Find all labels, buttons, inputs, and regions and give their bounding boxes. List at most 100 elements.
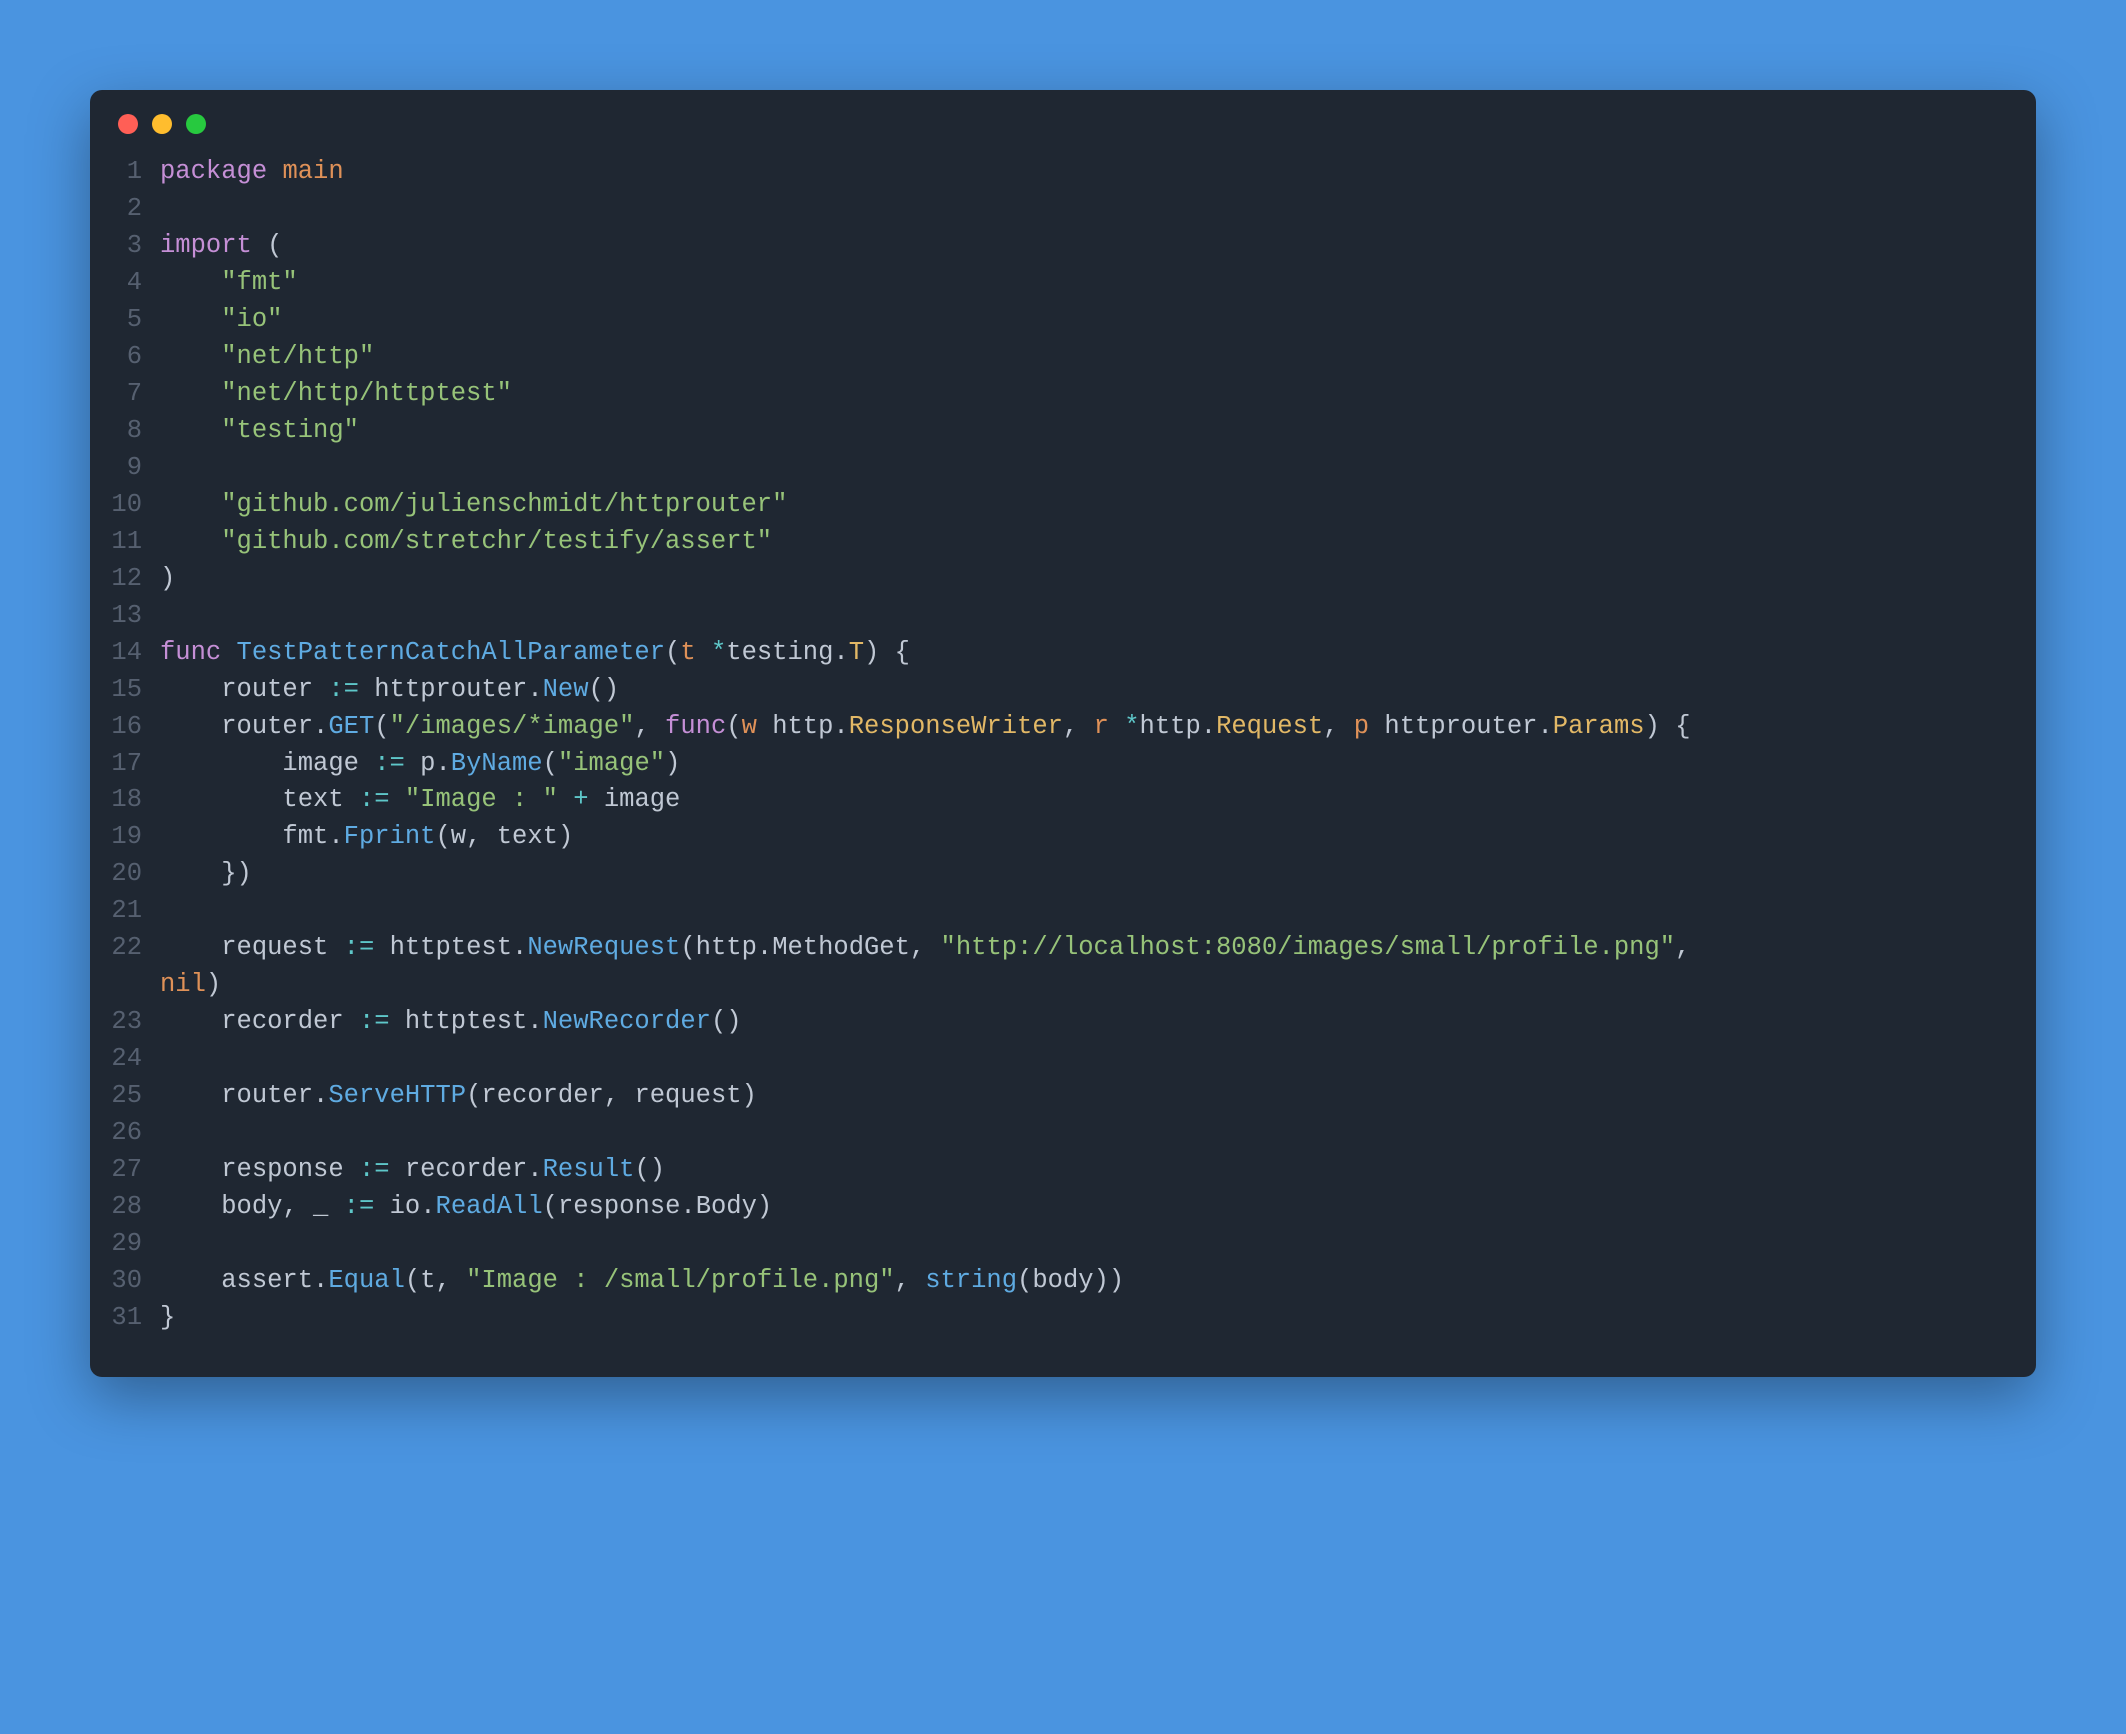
code-line: 27 response := recorder.Result() <box>108 1152 2008 1189</box>
token-op: * <box>711 638 726 667</box>
code-content: router.ServeHTTP(recorder, request) <box>160 1078 2008 1115</box>
token-dot-op: . <box>512 933 527 962</box>
code-content: router := httprouter.New() <box>160 672 2008 709</box>
code-line: 6 "net/http" <box>108 339 2008 376</box>
line-number: 27 <box>108 1152 160 1189</box>
token-brace: } <box>160 1303 175 1332</box>
code-line: 22 request := httptest.NewRequest(http.M… <box>108 930 2008 967</box>
code-content: response := recorder.Result() <box>160 1152 2008 1189</box>
token-fn: ServeHTTP <box>328 1081 466 1110</box>
token-kw: import <box>160 231 252 260</box>
token-ident: image <box>604 785 681 814</box>
code-line: 29 <box>108 1226 2008 1263</box>
code-line: 15 router := httprouter.New() <box>108 672 2008 709</box>
editor-window: 1package main23import (4 "fmt"5 "io"6 "n… <box>90 90 2036 1377</box>
token-paren: ( <box>405 1266 420 1295</box>
code-line: 10 "github.com/julienschmidt/httprouter" <box>108 487 2008 524</box>
line-number: 22 <box>108 930 160 967</box>
token-fn: ByName <box>451 749 543 778</box>
token-ident: io <box>390 1192 421 1221</box>
token-dot-op: . <box>833 638 848 667</box>
code-content: image := p.ByName("image") <box>160 746 2008 783</box>
line-number: 25 <box>108 1078 160 1115</box>
token-brace: { <box>1675 712 1690 741</box>
token-op: := <box>374 749 405 778</box>
code-line: 30 assert.Equal(t, "Image : /small/profi… <box>108 1263 2008 1300</box>
token-str: "Image : /small/profile.png" <box>466 1266 894 1295</box>
code-line: 8 "testing" <box>108 413 2008 450</box>
token-paren: ) <box>864 638 879 667</box>
token-str: "net/http" <box>221 342 374 371</box>
close-icon[interactable] <box>118 114 138 134</box>
token-ident: httprouter <box>374 675 527 704</box>
code-line: 28 body, _ := io.ReadAll(response.Body) <box>108 1189 2008 1226</box>
token-ident: MethodGet <box>772 933 910 962</box>
token-ident: recorder <box>481 1081 603 1110</box>
code-line: 1package main <box>108 154 2008 191</box>
token-var: w <box>742 712 757 741</box>
code-line: 9 <box>108 450 2008 487</box>
token-op: := <box>359 785 390 814</box>
token-type: ResponseWriter <box>849 712 1063 741</box>
line-number: 23 <box>108 1004 160 1041</box>
code-content: } <box>160 1300 2008 1337</box>
token-dot-op: . <box>527 675 542 704</box>
token-str: "io" <box>221 305 282 334</box>
code-content: recorder := httptest.NewRecorder() <box>160 1004 2008 1041</box>
token-fn: New <box>543 675 589 704</box>
line-number: 31 <box>108 1300 160 1337</box>
token-ident: router <box>221 712 313 741</box>
code-line: 13 <box>108 598 2008 635</box>
token-paren: () <box>711 1007 742 1036</box>
token-str: "github.com/stretchr/testify/assert" <box>221 527 772 556</box>
token-fn: Result <box>543 1155 635 1184</box>
token-var: r <box>1094 712 1109 741</box>
code-line: 14func TestPatternCatchAllParameter(t *t… <box>108 635 2008 672</box>
token-paren: ) <box>742 1081 757 1110</box>
token-dot-op: . <box>1201 712 1216 741</box>
token-str: "http://localhost:8080/images/small/prof… <box>941 933 1676 962</box>
code-content: "fmt" <box>160 265 2008 302</box>
code-line: 26 <box>108 1115 2008 1152</box>
code-line: 18 text := "Image : " + image <box>108 782 2008 819</box>
token-ident: recorder <box>405 1155 527 1184</box>
token-fn: GET <box>328 712 374 741</box>
code-content: text := "Image : " + image <box>160 782 2008 819</box>
maximize-icon[interactable] <box>186 114 206 134</box>
token-paren: ( <box>267 231 282 260</box>
code-line: 23 recorder := httptest.NewRecorder() <box>108 1004 2008 1041</box>
token-ident: , <box>895 1266 926 1295</box>
code-content: ) <box>160 561 2008 598</box>
token-ident: recorder <box>221 1007 343 1036</box>
code-content: "io" <box>160 302 2008 339</box>
token-ident: text <box>282 785 343 814</box>
token-ident: router <box>221 1081 313 1110</box>
token-fn: TestPatternCatchAllParameter <box>237 638 665 667</box>
minimize-icon[interactable] <box>152 114 172 134</box>
code-line: 4 "fmt" <box>108 265 2008 302</box>
token-ident: , <box>604 1081 635 1110</box>
code-area[interactable]: 1package main23import (4 "fmt"5 "io"6 "n… <box>90 144 2036 1377</box>
token-ident: _ <box>313 1192 328 1221</box>
code-content: router.GET("/images/*image", func(w http… <box>160 709 2008 746</box>
code-content: fmt.Fprint(w, text) <box>160 819 2008 856</box>
token-paren: ) <box>237 859 252 888</box>
token-op: * <box>1124 712 1139 741</box>
line-number: 13 <box>108 598 160 635</box>
code-content: "net/http" <box>160 339 2008 376</box>
line-number: 12 <box>108 561 160 598</box>
line-number: 6 <box>108 339 160 376</box>
line-number: 28 <box>108 1189 160 1226</box>
token-ident: http <box>772 712 833 741</box>
line-number: 1 <box>108 154 160 191</box>
code-line: 12) <box>108 561 2008 598</box>
code-line: 19 fmt.Fprint(w, text) <box>108 819 2008 856</box>
token-dot-op: . <box>1537 712 1552 741</box>
line-number: 10 <box>108 487 160 524</box>
token-str: "Image : " <box>405 785 558 814</box>
line-number: 26 <box>108 1115 160 1152</box>
token-ident: router <box>221 675 313 704</box>
token-orange: nil <box>160 970 206 999</box>
token-paren: ( <box>435 822 450 851</box>
token-dot-op: . <box>420 1192 435 1221</box>
